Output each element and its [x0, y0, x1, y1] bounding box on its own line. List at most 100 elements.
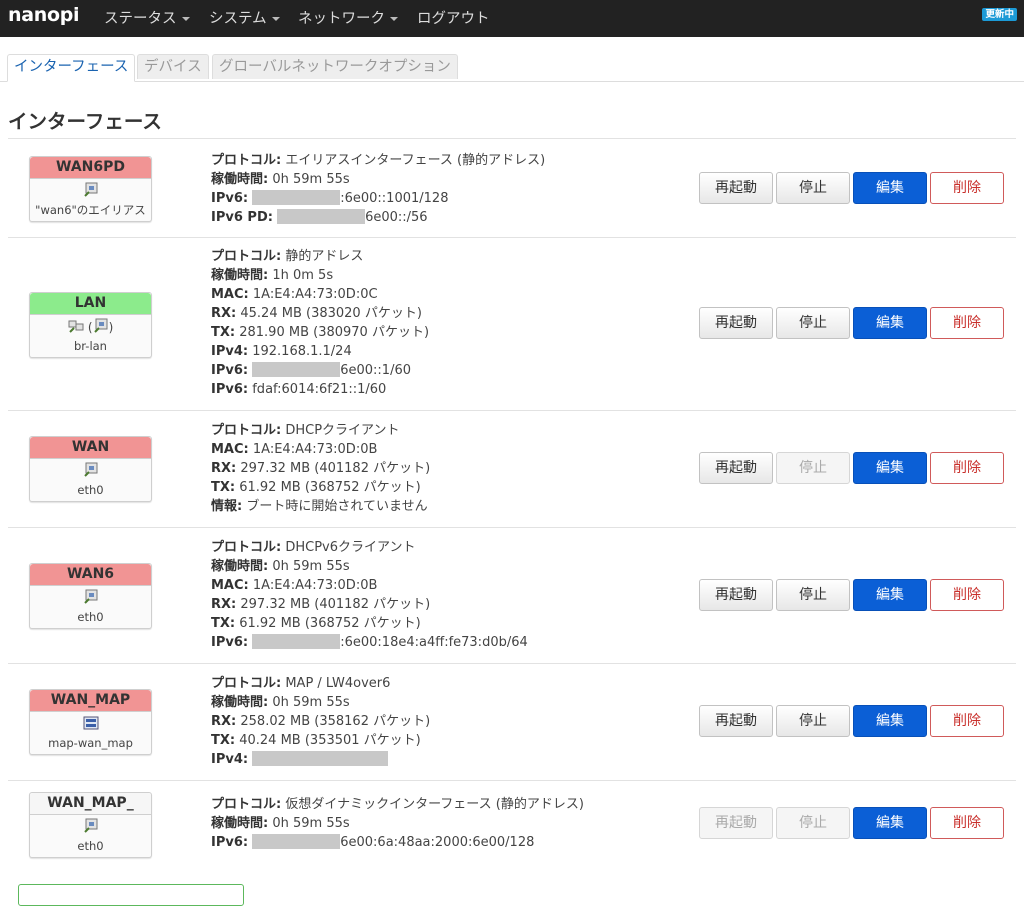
stop-button[interactable]: 停止 [776, 307, 850, 339]
detail-value: 45.24 MB (383020 パケット) [240, 306, 422, 321]
interface-row-wan-map-virtual: WAN_MAP_ eth0 プロトコル: 仮想ダイナミックインターフェース (静… [8, 781, 1016, 873]
tab-interfaces[interactable]: インターフェース [7, 54, 136, 82]
delete-button[interactable]: 削除 [930, 807, 1004, 839]
delete-button[interactable]: 削除 [930, 705, 1004, 737]
detail-value: 297.32 MB (401182 パケット) [240, 461, 431, 476]
edit-button[interactable]: 編集 [853, 172, 927, 204]
bracket-close: ) [108, 320, 114, 335]
restart-button[interactable]: 再起動 [699, 307, 773, 339]
detail-label: MAC: [211, 442, 249, 457]
interface-row-wan: WAN eth0 プロトコル: DHCPクライアント MAC: 1A:E4:A4… [8, 411, 1016, 527]
detail-value: DHCPv6クライアント [285, 540, 416, 555]
interface-details: プロトコル: DHCPクライアント MAC: 1A:E4:A4:73:0D:0B… [211, 421, 430, 516]
detail-label: IPv4: [211, 344, 249, 359]
stop-button[interactable]: 停止 [776, 705, 850, 737]
restart-button[interactable]: 再起動 [699, 172, 773, 204]
detail-value: MAP / LW4over6 [285, 676, 391, 691]
menu-system-label: システム [209, 11, 267, 27]
delete-button[interactable]: 削除 [930, 452, 1004, 484]
detail-label: TX: [211, 325, 236, 340]
detail-label: 稼働時間: [211, 268, 269, 283]
detail-value: 192.168.1.1/24 [252, 344, 352, 359]
detail-value: 61.92 MB (368752 パケット) [239, 480, 421, 495]
interface-name: LAN [30, 293, 151, 315]
detail-label: IPv6: [211, 191, 249, 206]
ethernet-port-icon [83, 182, 99, 202]
detail-value: fdaf:6014:6f21::1/60 [252, 382, 387, 397]
menu-system[interactable]: システム [209, 7, 280, 28]
redacted-block [252, 362, 341, 377]
interface-badge[interactable]: WAN6 eth0 [29, 563, 152, 629]
detail-label: IPv6 PD: [211, 210, 273, 225]
stop-button[interactable]: 停止 [776, 807, 850, 839]
interface-badge[interactable]: WAN eth0 [29, 436, 152, 502]
interface-details: プロトコル: エイリアスインターフェース (静的アドレス) 稼働時間: 0h 5… [211, 151, 545, 227]
delete-button[interactable]: 削除 [930, 579, 1004, 611]
detail-value: 1A:E4:A4:73:0D:0B [252, 578, 378, 593]
tab-global-options[interactable]: グローバルネットワークオプション [212, 54, 458, 79]
detail-value: 1A:E4:A4:73:0D:0C [252, 287, 378, 302]
detail-label: 情報: [211, 499, 243, 514]
detail-label: MAC: [211, 578, 249, 593]
interface-badge[interactable]: WAN_MAP map-wan_map [29, 689, 152, 755]
interface-details: プロトコル: MAP / LW4over6 稼働時間: 0h 59m 55s R… [211, 674, 430, 769]
interface-row-lan: LAN ( ) br-lan プロトコル: 静的アドレス 稼働時間: 1h 0m… [8, 238, 1016, 410]
edit-button[interactable]: 編集 [853, 807, 927, 839]
menu-logout[interactable]: ログアウト [417, 7, 490, 28]
ethernet-port-icon [83, 818, 99, 838]
interface-details: プロトコル: 仮想ダイナミックインターフェース (静的アドレス) 稼働時間: 0… [211, 795, 584, 852]
restart-button[interactable]: 再起動 [699, 579, 773, 611]
edit-button[interactable]: 編集 [853, 579, 927, 611]
detail-label: プロトコル: [211, 423, 282, 438]
stop-button[interactable]: 停止 [776, 579, 850, 611]
detail-value: エイリアスインターフェース (静的アドレス) [285, 153, 546, 168]
interface-row-wan-map: WAN_MAP map-wan_map プロトコル: MAP / LW4over… [8, 664, 1016, 780]
detail-value: 0h 59m 55s [272, 816, 350, 831]
detail-label: RX: [211, 306, 237, 321]
delete-button[interactable]: 削除 [930, 172, 1004, 204]
tab-devices[interactable]: デバイス [137, 54, 209, 79]
detail-label: TX: [211, 733, 236, 748]
interface-name: WAN6 [30, 564, 151, 586]
detail-value: 0h 59m 55s [272, 172, 350, 187]
chevron-down-icon [271, 17, 280, 21]
detail-label: IPv6: [211, 835, 249, 850]
redacted-block [252, 834, 341, 849]
edit-button[interactable]: 編集 [853, 452, 927, 484]
edit-button[interactable]: 編集 [853, 705, 927, 737]
interface-badge[interactable]: LAN ( ) br-lan [29, 292, 152, 358]
stop-button[interactable]: 停止 [776, 452, 850, 484]
menu-status[interactable]: ステータス [104, 7, 190, 28]
detail-value: 1h 0m 5s [272, 268, 334, 283]
restart-button[interactable]: 再起動 [699, 452, 773, 484]
detail-label: RX: [211, 714, 237, 729]
detail-value: ブート時に開始されていません [246, 499, 428, 514]
stop-button[interactable]: 停止 [776, 172, 850, 204]
delete-button[interactable]: 削除 [930, 307, 1004, 339]
restart-button[interactable]: 再起動 [699, 705, 773, 737]
interface-name: WAN_MAP [30, 690, 151, 712]
interface-badge[interactable]: WAN6PD "wan6"のエイリアス [29, 156, 152, 222]
detail-label: 稼働時間: [211, 172, 269, 187]
detail-label: RX: [211, 597, 237, 612]
detail-label: TX: [211, 480, 236, 495]
brand-logo[interactable]: nanopi [8, 4, 80, 26]
menu-network[interactable]: ネットワーク [298, 7, 398, 28]
detail-value: 258.02 MB (358162 パケット) [240, 714, 431, 729]
restart-button[interactable]: 再起動 [699, 807, 773, 839]
detail-label: IPv6: [211, 635, 249, 650]
interface-device: map-wan_map [48, 736, 133, 750]
ethernet-port-icon [83, 462, 99, 482]
detail-label: プロトコル: [211, 540, 282, 555]
edit-button[interactable]: 編集 [853, 307, 927, 339]
update-badge: 更新中 [982, 8, 1017, 21]
detail-value: 61.92 MB (368752 パケット) [239, 616, 421, 631]
detail-value: 0h 59m 55s [272, 559, 350, 574]
interface-device: eth0 [77, 839, 104, 853]
interface-badge[interactable]: WAN_MAP_ eth0 [29, 792, 152, 858]
detail-value: 6e00::1/60 [340, 363, 411, 378]
add-interface-button[interactable] [18, 884, 244, 906]
detail-label: IPv6: [211, 382, 249, 397]
detail-label: プロトコル: [211, 676, 282, 691]
detail-label: TX: [211, 616, 236, 631]
